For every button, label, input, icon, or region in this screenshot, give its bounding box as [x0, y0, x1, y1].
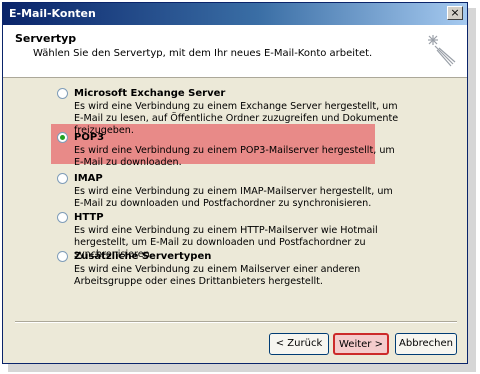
option-exchange-label[interactable]: Microsoft Exchange Server [74, 88, 225, 99]
radio-exchange[interactable] [57, 87, 68, 99]
option-imap[interactable]: IMAP Es wird eine Verbindung zu einem IM… [57, 170, 417, 209]
page-subtitle: Wählen Sie den Servertyp, mit dem Ihr ne… [33, 48, 373, 59]
next-button[interactable]: Weiter > [333, 333, 389, 355]
option-pop3-description: Es wird eine Verbindung zu einem POP3-Ma… [74, 145, 395, 168]
option-http-label[interactable]: HTTP [74, 212, 104, 223]
page-title: Servertyp [15, 32, 77, 45]
window-title: E-Mail-Konten [9, 7, 96, 20]
wizard-header: Servertyp Wählen Sie den Servertyp, mit … [3, 25, 467, 78]
close-button[interactable]: × [447, 6, 463, 20]
cancel-button[interactable]: Abbrechen [395, 333, 457, 355]
option-pop3[interactable]: POP3 Es wird eine Verbindung zu einem PO… [57, 129, 417, 170]
radio-http[interactable] [57, 211, 68, 223]
option-other-types-label[interactable]: Zusätzliche Servertypen [74, 251, 211, 262]
radio-other-types[interactable] [57, 250, 68, 262]
title-bar[interactable]: E-Mail-Konten × [3, 3, 467, 25]
server-type-options: Microsoft Exchange Server Es wird eine V… [57, 85, 417, 287]
option-pop3-label[interactable]: POP3 [74, 132, 104, 143]
option-other-types[interactable]: Zusätzliche Servertypen Es wird eine Ver… [57, 248, 417, 287]
option-other-types-description: Es wird eine Verbindung zu einem Mailser… [74, 264, 361, 287]
radio-pop3[interactable] [57, 131, 68, 143]
wizard-sparkle-icon [428, 35, 456, 67]
option-http[interactable]: HTTP Es wird eine Verbindung zu einem HT… [57, 209, 417, 260]
back-button[interactable]: < Zurück [269, 333, 329, 355]
option-imap-label[interactable]: IMAP [74, 173, 103, 184]
option-imap-description: Es wird eine Verbindung zu einem IMAP-Ma… [74, 186, 393, 209]
option-exchange[interactable]: Microsoft Exchange Server Es wird eine V… [57, 85, 417, 136]
email-accounts-dialog: E-Mail-Konten × Servertyp Wählen Sie den… [2, 2, 468, 364]
radio-imap[interactable] [57, 172, 68, 184]
button-separator [15, 321, 457, 323]
